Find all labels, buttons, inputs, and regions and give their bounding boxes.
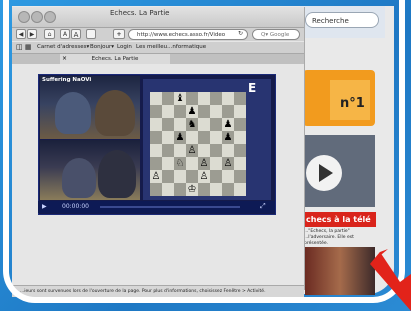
white-photo-frame: [3, 0, 405, 303]
red-arrow-icon: [370, 249, 411, 311]
